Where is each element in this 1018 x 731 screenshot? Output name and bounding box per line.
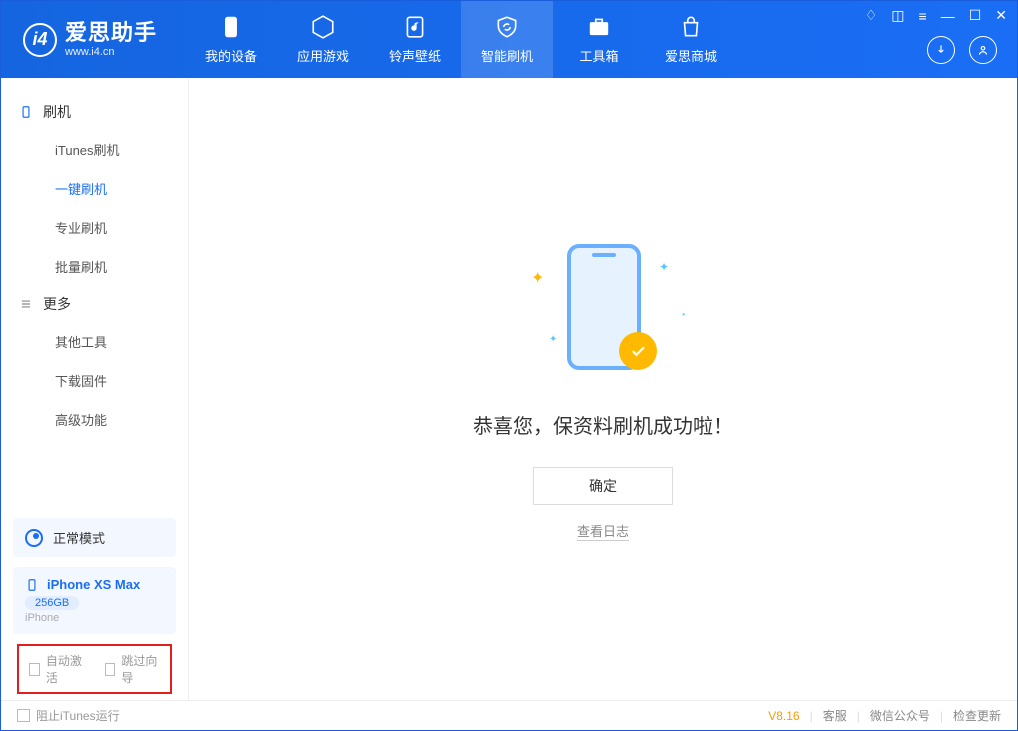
sparkle-icon: • (682, 310, 685, 319)
sidebar-item-itunes-flash[interactable]: iTunes刷机 (1, 130, 188, 169)
sidebar-item-pro-flash[interactable]: 专业刷机 (1, 208, 188, 247)
tab-my-device[interactable]: 我的设备 (185, 1, 277, 78)
shirt-icon[interactable]: ♢ (865, 7, 878, 24)
status-link-update[interactable]: 检查更新 (953, 707, 1001, 724)
tab-label: 铃声壁纸 (389, 46, 441, 65)
statusbar: 阻止iTunes运行 V8.16 | 客服 | 微信公众号 | 检查更新 (1, 700, 1017, 730)
sidebar-group-more: 更多 (1, 286, 188, 322)
refresh-shield-icon (494, 14, 520, 40)
header-actions (927, 36, 997, 64)
phone-icon (218, 14, 244, 40)
close-button[interactable]: ✕ (995, 7, 1007, 24)
status-link-wechat[interactable]: 微信公众号 (870, 707, 930, 724)
device-name: iPhone XS Max (47, 577, 140, 592)
view-log-link[interactable]: 查看日志 (577, 521, 629, 541)
user-icon (976, 43, 990, 57)
sidebar-item-onekey-flash[interactable]: 一键刷机 (1, 169, 188, 208)
download-button[interactable] (927, 36, 955, 64)
tab-label: 工具箱 (580, 46, 619, 65)
app-title: 爱思助手 (65, 21, 157, 45)
checkbox-label: 阻止iTunes运行 (36, 707, 120, 724)
titlebar: i4 爱思助手 www.i4.cn 我的设备 应用游戏 铃声壁纸 智能刷机 (1, 1, 1017, 78)
logo-text: 爱思助手 www.i4.cn (65, 21, 157, 57)
sidebar-item-download-firmware[interactable]: 下载固件 (1, 361, 188, 400)
user-button[interactable] (969, 36, 997, 64)
tab-apps-games[interactable]: 应用游戏 (277, 1, 369, 78)
separator: | (940, 709, 943, 723)
status-link-support[interactable]: 客服 (823, 707, 847, 724)
device-type: iPhone (25, 612, 164, 624)
bag-icon (678, 14, 704, 40)
checkbox-skip-guide[interactable]: 跳过向导 (105, 652, 161, 686)
tab-label: 我的设备 (205, 46, 257, 65)
body-area: 刷机 iTunes刷机 一键刷机 专业刷机 批量刷机 更多 其他工具 下载固件 … (1, 78, 1017, 700)
lock-icon[interactable]: ◫ (891, 7, 904, 24)
sidebar-item-batch-flash[interactable]: 批量刷机 (1, 247, 188, 286)
device-storage-badge: 256GB (25, 596, 79, 610)
ok-button[interactable]: 确定 (533, 467, 673, 505)
cube-icon (310, 14, 336, 40)
checkmark-badge-icon (619, 332, 657, 370)
statusbar-right: V8.16 | 客服 | 微信公众号 | 检查更新 (768, 707, 1001, 724)
app-subtitle: www.i4.cn (65, 46, 157, 58)
sparkle-icon: ✦ (549, 334, 557, 345)
tab-toolbox[interactable]: 工具箱 (553, 1, 645, 78)
phone-outline-icon (19, 105, 33, 119)
success-message: 恭喜您，保资料刷机成功啦！ (473, 410, 733, 439)
maximize-button[interactable]: ☐ (969, 7, 982, 24)
separator: | (810, 709, 813, 723)
logo-icon: i4 (23, 23, 57, 57)
app-window: i4 爱思助手 www.i4.cn 我的设备 应用游戏 铃声壁纸 智能刷机 (0, 0, 1018, 731)
sidebar-group-flash: 刷机 (1, 94, 188, 130)
separator: | (857, 709, 860, 723)
mode-card[interactable]: 正常模式 (13, 518, 176, 557)
checkbox-block-itunes[interactable]: 阻止iTunes运行 (17, 707, 120, 724)
list-icon (19, 297, 33, 311)
group-title-label: 刷机 (43, 102, 71, 122)
main-content: ✦ ✦ ✦ • 恭喜您，保资料刷机成功啦！ 确定 查看日志 (189, 78, 1017, 700)
group-title-label: 更多 (43, 294, 71, 314)
tab-label: 智能刷机 (481, 46, 533, 65)
checkbox-auto-activate[interactable]: 自动激活 (29, 652, 85, 686)
download-icon (934, 43, 948, 57)
device-card[interactable]: iPhone XS Max 256GB iPhone (13, 567, 176, 634)
menu-icon[interactable]: ≡ (919, 8, 927, 24)
nav-tabs: 我的设备 应用游戏 铃声壁纸 智能刷机 工具箱 爱思商城 (185, 1, 737, 78)
phone-outline-icon (25, 578, 39, 592)
options-highlight-box: 自动激活 跳过向导 (17, 644, 172, 694)
mode-dot-icon (25, 529, 43, 547)
minimize-button[interactable]: — (941, 8, 955, 24)
success-illustration: ✦ ✦ ✦ • (513, 238, 693, 388)
checkbox-box-icon (29, 663, 40, 676)
tab-store[interactable]: 爱思商城 (645, 1, 737, 78)
tab-smart-flash[interactable]: 智能刷机 (461, 1, 553, 78)
sidebar-bottom: 正常模式 iPhone XS Max 256GB iPhone 自动激活 (1, 508, 188, 700)
tab-ringtone-wallpaper[interactable]: 铃声壁纸 (369, 1, 461, 78)
briefcase-icon (586, 14, 612, 40)
sparkle-icon: ✦ (531, 268, 544, 288)
checkbox-label: 自动激活 (46, 652, 85, 686)
checkbox-box-icon (17, 709, 30, 722)
sparkle-icon: ✦ (659, 260, 669, 274)
version-label: V8.16 (768, 709, 799, 723)
window-controls: ♢ ◫ ≡ — ☐ ✕ (865, 7, 1007, 24)
sidebar-item-other-tools[interactable]: 其他工具 (1, 322, 188, 361)
sidebar: 刷机 iTunes刷机 一键刷机 专业刷机 批量刷机 更多 其他工具 下载固件 … (1, 78, 189, 700)
sidebar-item-advanced[interactable]: 高级功能 (1, 400, 188, 439)
checkbox-label: 跳过向导 (121, 652, 160, 686)
device-name-row: iPhone XS Max (25, 577, 164, 592)
checkbox-box-icon (105, 663, 116, 676)
logo-area: i4 爱思助手 www.i4.cn (1, 21, 175, 57)
tab-label: 爱思商城 (665, 46, 717, 65)
music-note-icon (402, 14, 428, 40)
tab-label: 应用游戏 (297, 46, 349, 65)
mode-label: 正常模式 (53, 528, 105, 547)
